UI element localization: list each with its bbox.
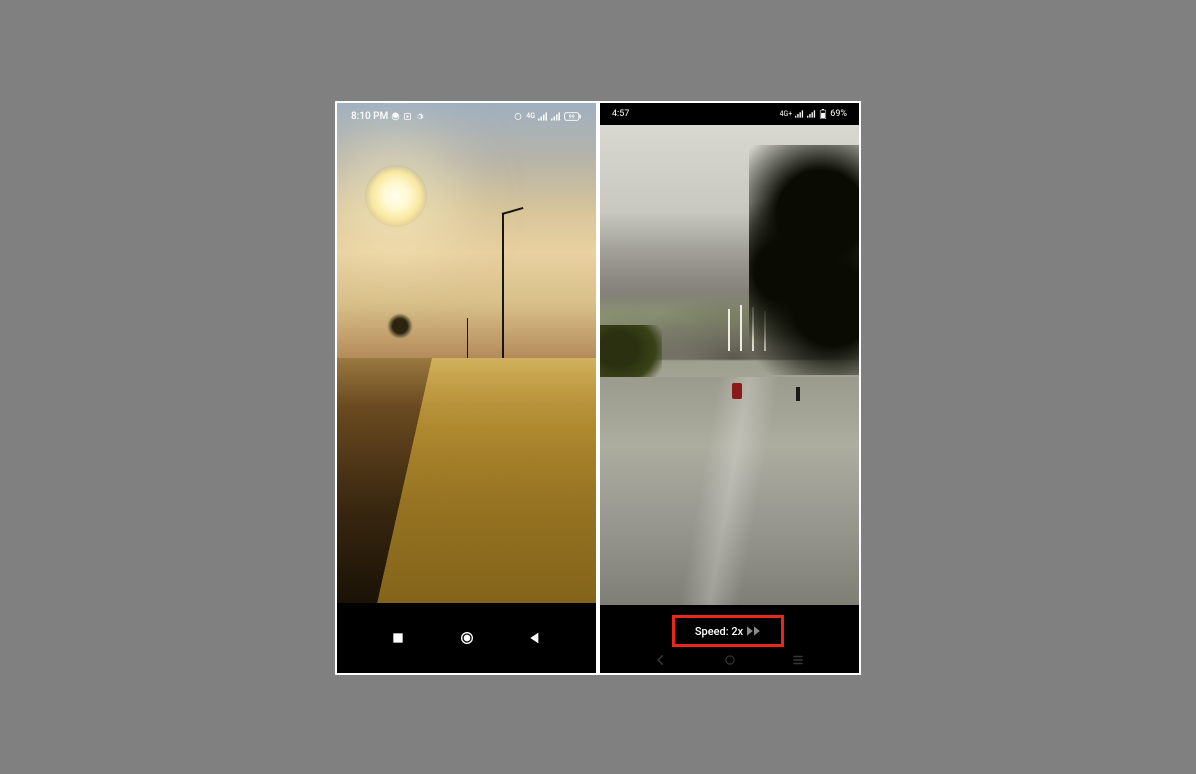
android-nav-bar <box>337 603 596 673</box>
vowifi-icon <box>513 112 523 121</box>
minaret <box>740 305 742 351</box>
screenshot-icon <box>403 112 412 121</box>
battery-icon <box>819 109 827 119</box>
home-button[interactable] <box>723 653 737 667</box>
phone-left: 8:10 PM 4G 99 <box>337 103 596 673</box>
back-button[interactable] <box>527 630 543 646</box>
svg-text:99: 99 <box>569 114 575 120</box>
tree <box>387 313 413 339</box>
sun <box>365 165 427 227</box>
status-bar: 8:10 PM 4G 99 <box>337 103 596 129</box>
pedestrian <box>796 387 800 401</box>
wet-reflection <box>600 377 859 605</box>
status-time: 4:57 <box>612 109 629 119</box>
battery-icon: 99 <box>564 112 582 121</box>
fast-forward-icon <box>747 626 761 636</box>
whatsapp-icon <box>391 112 400 121</box>
trees-right <box>749 145 859 375</box>
phone-right: 4:57 4G+ 69% <box>600 103 859 673</box>
signal-icon-2 <box>807 110 816 118</box>
gear-icon <box>415 112 424 121</box>
motorbike <box>732 383 742 399</box>
back-button[interactable] <box>654 653 668 667</box>
minaret <box>728 309 730 351</box>
signal-icon-2 <box>551 112 561 121</box>
photo-sunset-road[interactable] <box>337 103 596 603</box>
signal-icon <box>795 110 804 118</box>
recents-button[interactable] <box>390 630 406 646</box>
signal-icon <box>538 112 548 121</box>
status-bar: 4:57 4G+ 69% <box>600 103 859 125</box>
network-label: 4G <box>526 112 535 120</box>
streetlight <box>502 213 504 363</box>
speed-label: Speed: 2x <box>695 625 743 638</box>
comparison-frame: 8:10 PM 4G 99 4:57 4 <box>335 101 861 675</box>
streetlight-far <box>467 318 468 360</box>
android-nav-bar <box>600 649 859 671</box>
battery-pct: 69% <box>830 109 847 119</box>
speed-overlay-callout: Speed: 2x <box>672 615 784 647</box>
video-bottom-bar: Speed: 2x <box>600 605 859 673</box>
network-label: 4G+ <box>780 110 793 118</box>
status-time: 8:10 PM <box>351 111 388 122</box>
home-button[interactable] <box>459 630 475 646</box>
streetlight-arm <box>502 207 524 215</box>
photo-wet-road[interactable] <box>600 125 859 605</box>
menu-button[interactable] <box>791 653 805 667</box>
